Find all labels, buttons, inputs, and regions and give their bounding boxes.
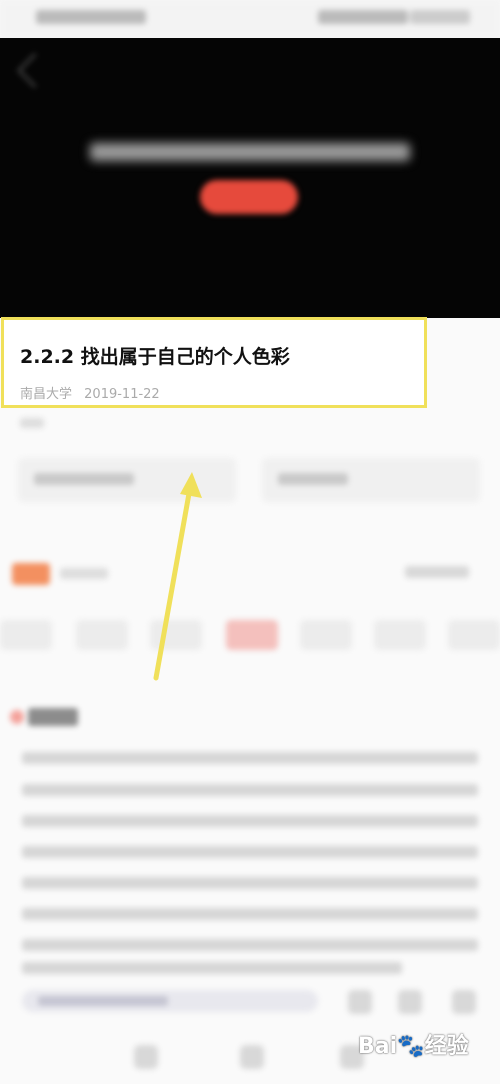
chip-2[interactable]: [76, 620, 128, 650]
bottom-search-text: [38, 996, 168, 1006]
more-link[interactable]: [405, 566, 469, 578]
status-right: [318, 10, 408, 24]
watermark-logo: Bai🐾经验: [358, 1028, 469, 1060]
bottom-icon-2[interactable]: [398, 990, 422, 1014]
chevron-left-icon[interactable]: [16, 52, 53, 89]
para-line: [22, 815, 478, 827]
chip-row: [0, 620, 500, 654]
chip-3[interactable]: [150, 620, 202, 650]
para-line: [22, 877, 478, 889]
chip-1[interactable]: [0, 620, 52, 650]
status-left: [36, 10, 146, 24]
dropdown-left[interactable]: [18, 458, 236, 502]
section-title: [28, 708, 78, 726]
para-line: [22, 784, 478, 796]
para-line: [22, 939, 478, 951]
article-meta: 南昌大学 2019-11-22: [20, 383, 168, 402]
article-title: 2.2.2 找出属于自己的个人色彩: [20, 346, 290, 368]
para-line: [22, 752, 478, 764]
dropdown-left-text: [34, 473, 134, 485]
tab-icon-1[interactable]: [134, 1045, 158, 1069]
chip-5[interactable]: [300, 620, 352, 650]
dropdown-right-text: [278, 473, 348, 485]
bottom-icon-3[interactable]: [452, 990, 476, 1014]
status-battery: [410, 10, 470, 24]
video-player[interactable]: [0, 38, 500, 318]
status-badge: [12, 563, 50, 585]
para-line: [22, 908, 478, 920]
chip-6[interactable]: [374, 620, 426, 650]
section-dot: [10, 710, 24, 724]
video-action-button[interactable]: [200, 180, 298, 214]
badge-label: [60, 568, 108, 579]
article-source: 南昌大学: [20, 387, 73, 402]
bottom-search[interactable]: [22, 990, 318, 1012]
watermark-brand: Bai: [358, 1034, 398, 1059]
watermark-brand2: 经验: [424, 1034, 469, 1059]
dropdown-right[interactable]: [262, 458, 480, 502]
chip-4[interactable]: [226, 620, 278, 650]
paw-icon: 🐾: [397, 1034, 425, 1059]
article-date: 2019-11-22: [84, 387, 160, 402]
small-label: [20, 418, 44, 428]
tab-icon-2[interactable]: [240, 1045, 264, 1069]
bottom-icon-1[interactable]: [348, 990, 372, 1014]
para-line: [22, 962, 402, 974]
chip-7[interactable]: [448, 620, 500, 650]
status-bar: [0, 0, 500, 38]
para-line: [22, 846, 478, 858]
video-message: [90, 143, 410, 161]
